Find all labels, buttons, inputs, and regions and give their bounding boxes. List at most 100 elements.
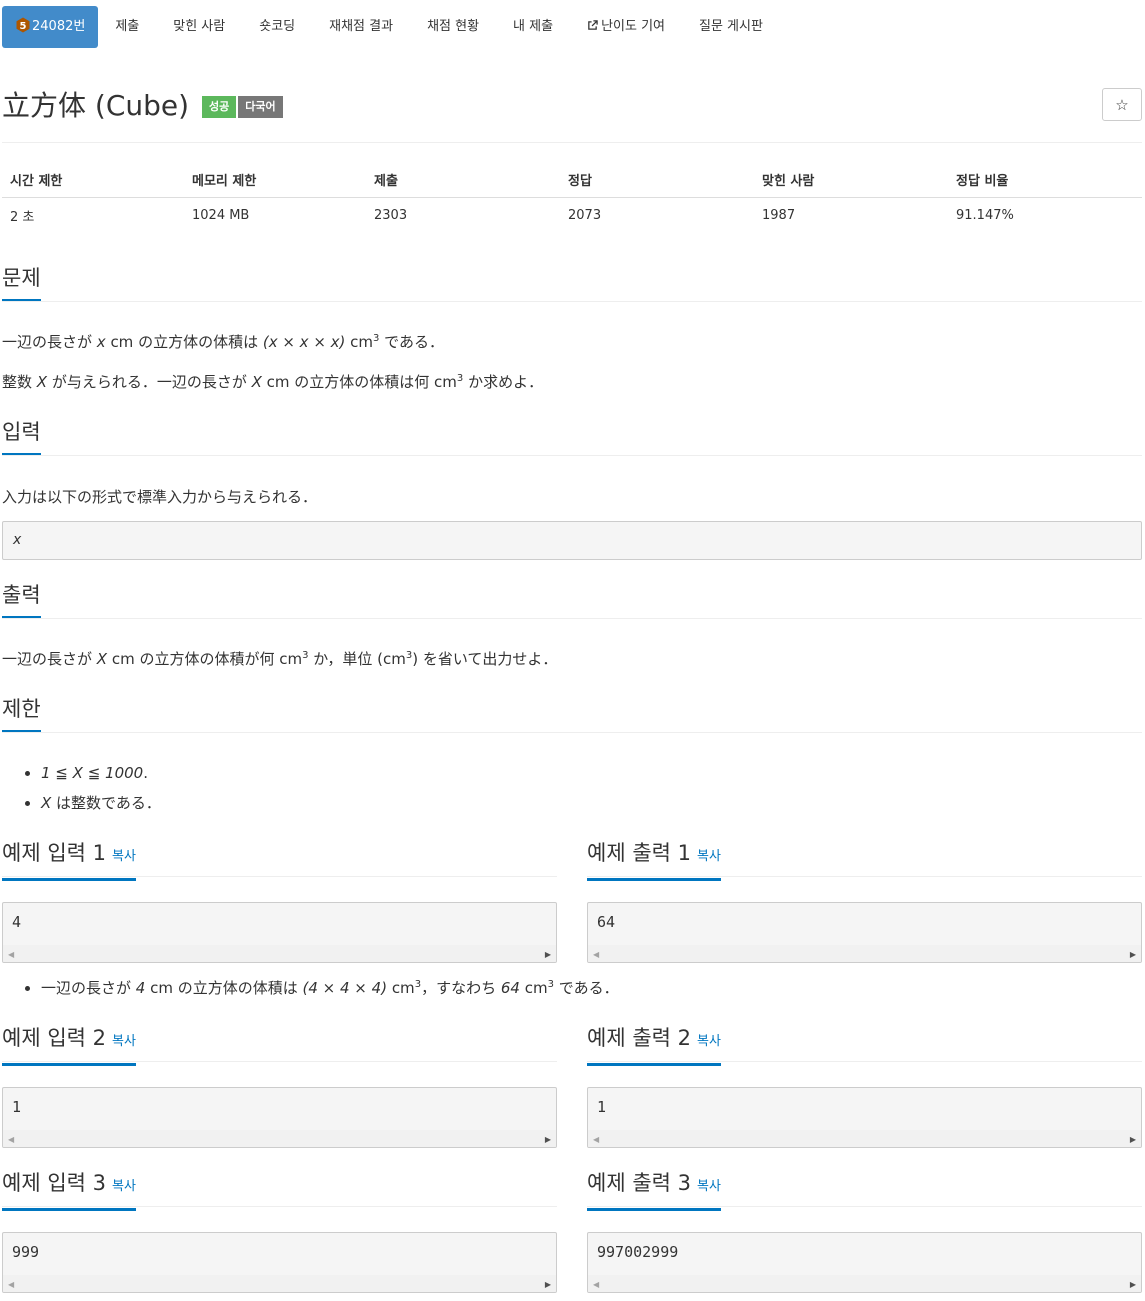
info-header-time-limit: 시간 제한 bbox=[10, 174, 63, 189]
nav-problem-id[interactable]: 5 24082번 bbox=[2, 6, 99, 48]
star-button[interactable]: ☆ bbox=[1102, 88, 1142, 121]
problem-section-title: 문제 bbox=[2, 265, 41, 302]
output-section-header: 출력 bbox=[2, 582, 1142, 619]
info-memory-limit: 1024 MB bbox=[192, 208, 250, 223]
copy-sample-input-2-button[interactable]: 복사 bbox=[112, 1034, 136, 1049]
section-divider bbox=[2, 1061, 557, 1062]
scroll-right-icon[interactable]: ▶ bbox=[1130, 950, 1136, 959]
info-header-submissions: 제출 bbox=[374, 174, 398, 189]
sample-output-2-box: 1 ◀ ▶ bbox=[587, 1087, 1142, 1148]
horizontal-scrollbar[interactable]: ◀ ▶ bbox=[3, 945, 556, 962]
sample-output-3-value: 997002999 bbox=[597, 1243, 679, 1261]
section-divider bbox=[587, 1206, 1142, 1207]
nav-rejudge-result[interactable]: 재채점 결과 bbox=[312, 6, 410, 48]
statement-line-2: 整数 X が与えられる．一辺の長さが X cm の立方体の体積は何 cm3 か求… bbox=[2, 373, 544, 391]
scroll-left-icon[interactable]: ◀ bbox=[593, 1135, 599, 1144]
section-divider bbox=[2, 301, 1142, 302]
sample-input-2-box: 1 ◀ ▶ bbox=[2, 1087, 557, 1148]
success-badge: 성공 bbox=[201, 96, 237, 118]
scroll-right-icon[interactable]: ▶ bbox=[545, 1280, 551, 1289]
copy-sample-output-1-button[interactable]: 복사 bbox=[697, 849, 721, 864]
nav-question-board[interactable]: 질문 게시판 bbox=[682, 6, 780, 48]
nav-submit[interactable]: 제출 bbox=[98, 6, 156, 48]
sample-output-3-title: 예제 출력 3 bbox=[587, 1171, 691, 1195]
horizontal-scrollbar[interactable]: ◀ ▶ bbox=[588, 945, 1141, 962]
info-header-row: 시간 제한 메모리 제한 제출 정답 맞힌 사람 정답 비율 bbox=[2, 162, 1142, 198]
nav-solved-users[interactable]: 맞힌 사람 bbox=[156, 6, 242, 48]
sample-output-1-header: 예제 출력 1 복사 bbox=[587, 840, 1142, 881]
nav-problem-id-label: 24082번 bbox=[32, 19, 86, 34]
problem-title-row: 立方体 (Cube) 성공 다국어 bbox=[2, 84, 283, 124]
scroll-left-icon[interactable]: ◀ bbox=[593, 1280, 599, 1289]
sample-output-3-box: 997002999 ◀ ▶ bbox=[587, 1232, 1142, 1293]
copy-sample-output-2-button[interactable]: 복사 bbox=[697, 1034, 721, 1049]
scroll-right-icon[interactable]: ▶ bbox=[1130, 1135, 1136, 1144]
info-header-solved-users: 맞힌 사람 bbox=[762, 174, 815, 189]
scroll-right-icon[interactable]: ▶ bbox=[545, 950, 551, 959]
limit-item: 1 ≦ X ≦ 1000. bbox=[41, 758, 161, 788]
nav-contribute-difficulty[interactable]: 난이도 기여 bbox=[570, 6, 682, 48]
problem-section-header: 문제 bbox=[2, 265, 1142, 302]
info-header-accept-ratio: 정답 비율 bbox=[956, 174, 1009, 189]
sample-1-explanation: 一辺の長さが 4 cm の立方体の体積は (4 × 4 × 4) cm3，すなわ… bbox=[2, 973, 619, 1003]
horizontal-scrollbar[interactable]: ◀ ▶ bbox=[3, 1275, 556, 1292]
sample-output-1-box: 64 ◀ ▶ bbox=[587, 902, 1142, 963]
multilang-badge[interactable]: 다국어 bbox=[238, 96, 283, 118]
sample-input-2-title: 예제 입력 2 bbox=[2, 1026, 106, 1050]
scroll-left-icon[interactable]: ◀ bbox=[8, 1135, 14, 1144]
info-accepted: 2073 bbox=[568, 208, 602, 223]
section-divider bbox=[2, 1206, 557, 1207]
scroll-right-icon[interactable]: ▶ bbox=[1130, 1280, 1136, 1289]
input-format-box: x bbox=[2, 521, 1142, 560]
sample-input-1-title: 예제 입력 1 bbox=[2, 841, 106, 865]
explanation-item: 一辺の長さが 4 cm の立方体の体積は (4 × 4 × 4) cm3，すなわ… bbox=[41, 973, 619, 1003]
sample-output-3-header: 예제 출력 3 복사 bbox=[587, 1170, 1142, 1211]
star-icon: ☆ bbox=[1115, 95, 1129, 114]
sample-output-2-title: 예제 출력 2 bbox=[587, 1026, 691, 1050]
sample-input-1-box: 4 ◀ ▶ bbox=[2, 902, 557, 963]
horizontal-scrollbar[interactable]: ◀ ▶ bbox=[588, 1275, 1141, 1292]
sample-input-2-header: 예제 입력 2 복사 bbox=[2, 1025, 557, 1066]
input-section-title: 입력 bbox=[2, 419, 41, 456]
tier-level: 5 bbox=[20, 21, 27, 32]
nav-contribute-difficulty-label: 난이도 기여 bbox=[601, 19, 665, 34]
nav-judge-status[interactable]: 채점 현황 bbox=[410, 6, 496, 48]
nav-short-coding[interactable]: 숏코딩 bbox=[242, 6, 312, 48]
copy-sample-input-3-button[interactable]: 복사 bbox=[112, 1179, 136, 1194]
limit-section-title: 제한 bbox=[2, 696, 41, 733]
scroll-left-icon[interactable]: ◀ bbox=[8, 1280, 14, 1289]
section-divider bbox=[2, 732, 1142, 733]
copy-sample-input-1-button[interactable]: 복사 bbox=[112, 849, 136, 864]
horizontal-scrollbar[interactable]: ◀ ▶ bbox=[588, 1130, 1141, 1147]
info-header-memory-limit: 메모리 제한 bbox=[192, 174, 257, 189]
info-submissions: 2303 bbox=[374, 208, 408, 223]
section-divider bbox=[2, 876, 557, 877]
output-section-title: 출력 bbox=[2, 582, 41, 619]
title-divider bbox=[2, 142, 1142, 143]
scroll-left-icon[interactable]: ◀ bbox=[593, 950, 599, 959]
sample-input-3-header: 예제 입력 3 복사 bbox=[2, 1170, 557, 1211]
info-value-row: 2 초 1024 MB 2303 2073 1987 91.147% bbox=[2, 198, 1142, 233]
info-time-limit: 2 초 bbox=[10, 210, 35, 225]
horizontal-scrollbar[interactable]: ◀ ▶ bbox=[3, 1130, 556, 1147]
section-divider bbox=[2, 618, 1142, 619]
info-accept-ratio: 91.147% bbox=[956, 208, 1014, 223]
problem-title: 立方体 (Cube) bbox=[2, 89, 190, 122]
limit-section-header: 제한 bbox=[2, 696, 1142, 733]
problem-nav: 5 24082번 제출 맞힌 사람 숏코딩 재채점 결과 채점 현황 내 제출 … bbox=[2, 6, 780, 48]
copy-sample-output-3-button[interactable]: 복사 bbox=[697, 1179, 721, 1194]
input-description: 入力は以下の形式で標準入力から与えられる． bbox=[2, 488, 318, 506]
nav-my-submissions[interactable]: 내 제출 bbox=[496, 6, 570, 48]
input-section-header: 입력 bbox=[2, 419, 1142, 456]
sample-input-1-value: 4 bbox=[12, 913, 22, 931]
external-link-icon bbox=[588, 20, 598, 30]
sample-output-1-title: 예제 출력 1 bbox=[587, 841, 691, 865]
sample-input-3-box: 999 ◀ ▶ bbox=[2, 1232, 557, 1293]
sample-output-2-value: 1 bbox=[597, 1098, 607, 1116]
scroll-right-icon[interactable]: ▶ bbox=[545, 1135, 551, 1144]
info-header-accepted: 정답 bbox=[568, 174, 592, 189]
scroll-left-icon[interactable]: ◀ bbox=[8, 950, 14, 959]
section-divider bbox=[587, 876, 1142, 877]
section-divider bbox=[587, 1061, 1142, 1062]
tier-bronze-icon: 5 bbox=[16, 17, 30, 33]
